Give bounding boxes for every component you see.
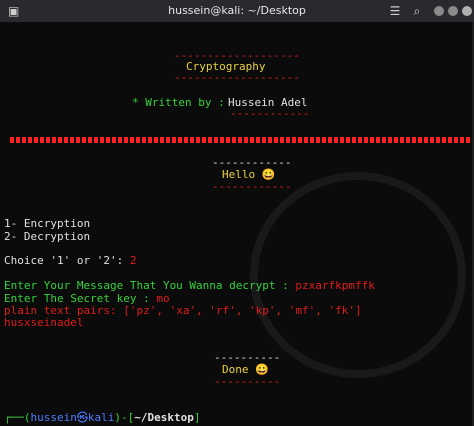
author-rule: ------------ <box>230 107 310 120</box>
kali-watermark <box>250 172 466 378</box>
maximize-button[interactable] <box>448 6 458 16</box>
window-title: hussein@kali: ~/Desktop <box>168 4 306 17</box>
banner-bottom-rule: ------------------- <box>174 71 300 84</box>
choice-value: 2 <box>129 254 137 267</box>
message-value: pzxarfkpmffk <box>295 279 375 292</box>
prompt-user-host: hussein㉿kali <box>30 411 115 424</box>
menu-option-encryption: 1- Encryption <box>4 217 91 230</box>
prompt-mid: )-[ <box>114 411 135 424</box>
prompt-corner: ┌──( <box>4 411 31 424</box>
shell-prompt[interactable]: ┌──(hussein㉿kali)-[~/Desktop] <box>4 412 200 424</box>
search-icon[interactable]: ⌕ <box>410 4 424 18</box>
window-titlebar: ▣ hussein@kali: ~/Desktop ☰ ⌕ <box>0 0 474 23</box>
prompt-end: ] <box>193 411 201 424</box>
terminal-output[interactable]: ------------------- Cryptography -------… <box>0 22 474 426</box>
message-prompt: Enter Your Message That You Wanna decryp… <box>4 279 296 292</box>
written-by-label: * Written by : <box>132 96 225 109</box>
pairs-value: ['pz', 'xa', 'rf', 'kp', 'mf', 'fk'] <box>123 304 362 317</box>
decrypted-result: husxseinadel <box>4 316 84 329</box>
hamburger-menu-icon[interactable]: ☰ <box>388 4 402 18</box>
minimize-button[interactable] <box>434 6 444 16</box>
done-rule-bottom: ---------- <box>214 375 281 388</box>
hello-rule-bottom: ------------ <box>212 180 292 193</box>
menu-option-decryption: 2- Decryption <box>4 230 91 243</box>
choice-line: Choice '1' or '2': 2 <box>4 255 136 267</box>
prompt-path: ~/Desktop <box>134 411 194 424</box>
close-button[interactable] <box>462 6 472 16</box>
choice-prompt: Choice '1' or '2': <box>4 254 130 267</box>
message-line: Enter Your Message That You Wanna decryp… <box>4 280 375 292</box>
separator-line <box>10 137 470 143</box>
